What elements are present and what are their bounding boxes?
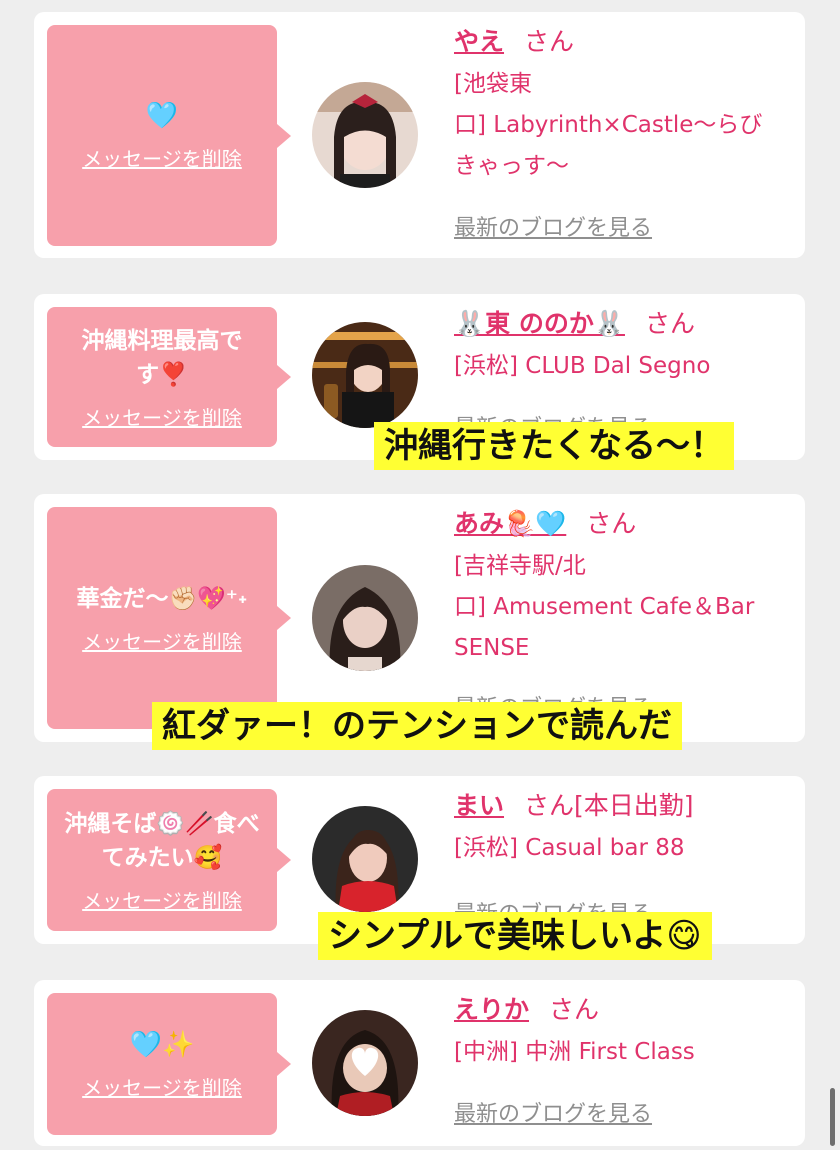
girl-info: あみ🪼🩵 さん [吉祥寺駅/北 口] Amusement Cafe＆Bar SEN… bbox=[454, 506, 789, 669]
delete-message-link[interactable]: メッセージを削除 bbox=[82, 1072, 242, 1101]
delete-message-link[interactable]: メッセージを削除 bbox=[82, 885, 242, 914]
shop-link[interactable]: [浜松] CLUB Dal Segno bbox=[454, 346, 789, 387]
girl-info: 🐰東 ののか🐰 さん [浜松] CLUB Dal Segno bbox=[454, 306, 789, 387]
message-card: 🩵 メッセージを削除 やえ さん [池袋東 口] Labyrinth×Castle… bbox=[34, 12, 805, 258]
girl-name-link[interactable]: えりか bbox=[454, 995, 529, 1024]
avatar[interactable] bbox=[312, 806, 418, 912]
message-bubble: 沖縄料理最高で す❣️ メッセージを削除 bbox=[47, 307, 291, 447]
message-bubble: 沖縄そば🍥🥢食べ てみたい🥰 メッセージを削除 bbox=[47, 789, 291, 931]
honorific: さん bbox=[644, 309, 695, 338]
name-row: まい さん[本日出勤] bbox=[454, 788, 789, 824]
avatar[interactable] bbox=[312, 322, 418, 428]
honorific: さん bbox=[586, 509, 637, 538]
name-row: えりか さん bbox=[454, 992, 789, 1028]
girl-name-link[interactable]: 🐰東 ののか🐰 bbox=[454, 309, 625, 338]
caption-overlay: 紅ダァー！のテンションで読んだ bbox=[152, 702, 682, 750]
message-bubble: 🩵 メッセージを削除 bbox=[47, 25, 291, 246]
shop-link[interactable]: [池袋東 口] Labyrinth×Castle〜らび きゃっす〜 bbox=[454, 64, 789, 187]
avatar[interactable] bbox=[312, 82, 418, 188]
message-card: 🩵✨ メッセージを削除 えりか さん [中洲] 中洲 First Class 最新… bbox=[34, 980, 805, 1146]
message-text: 沖縄料理最高で す❣️ bbox=[81, 327, 243, 388]
girl-name-link[interactable]: やえ bbox=[454, 27, 504, 56]
message-text: 沖縄そば🍥🥢食べ てみたい🥰 bbox=[64, 810, 260, 871]
name-row: やえ さん bbox=[454, 24, 789, 60]
scrollbar[interactable] bbox=[830, 1088, 835, 1146]
delete-message-link[interactable]: メッセージを削除 bbox=[82, 626, 242, 655]
caption-overlay: シンプルで美味しいよ😋 bbox=[318, 912, 712, 960]
message-bubble: 華金だ〜✊🏻💖⁺˖ メッセージを削除 bbox=[47, 507, 291, 729]
caption-overlay: 沖縄行きたくなる〜！ bbox=[374, 422, 734, 470]
delete-message-link[interactable]: メッセージを削除 bbox=[82, 402, 242, 431]
avatar[interactable] bbox=[312, 565, 418, 671]
girl-info: まい さん[本日出勤] [浜松] Casual bar 88 bbox=[454, 788, 789, 869]
delete-message-link[interactable]: メッセージを削除 bbox=[82, 143, 242, 172]
attendance-badge: [本日出勤] bbox=[574, 791, 694, 820]
message-bubble: 🩵✨ メッセージを削除 bbox=[47, 993, 291, 1135]
honorific: さん bbox=[524, 791, 575, 820]
light-blue-heart-icon: 🩵 bbox=[145, 101, 179, 131]
latest-blog-link[interactable]: 最新のブログを見る bbox=[454, 210, 652, 242]
name-row: 🐰東 ののか🐰 さん bbox=[454, 306, 789, 342]
message-text: 華金だ〜✊🏻💖⁺˖ bbox=[76, 585, 248, 612]
girl-info: やえ さん [池袋東 口] Labyrinth×Castle〜らび きゃっす〜 bbox=[454, 24, 789, 187]
name-row: あみ🪼🩵 さん bbox=[454, 506, 789, 542]
girl-info: えりか さん [中洲] 中洲 First Class bbox=[454, 992, 789, 1073]
shop-link[interactable]: [吉祥寺駅/北 口] Amusement Cafe＆Bar SENSE bbox=[454, 546, 789, 669]
avatar[interactable] bbox=[312, 1010, 418, 1116]
girl-name-link[interactable]: まい bbox=[454, 791, 504, 820]
girl-name-link[interactable]: あみ🪼🩵 bbox=[454, 509, 566, 538]
honorific: さん bbox=[549, 995, 600, 1024]
shop-link[interactable]: [中洲] 中洲 First Class bbox=[454, 1032, 789, 1073]
heart-sparkles-icon: 🩵✨ bbox=[129, 1029, 195, 1060]
shop-link[interactable]: [浜松] Casual bar 88 bbox=[454, 828, 789, 869]
latest-blog-link[interactable]: 最新のブログを見る bbox=[454, 1096, 652, 1128]
honorific: さん bbox=[524, 27, 575, 56]
